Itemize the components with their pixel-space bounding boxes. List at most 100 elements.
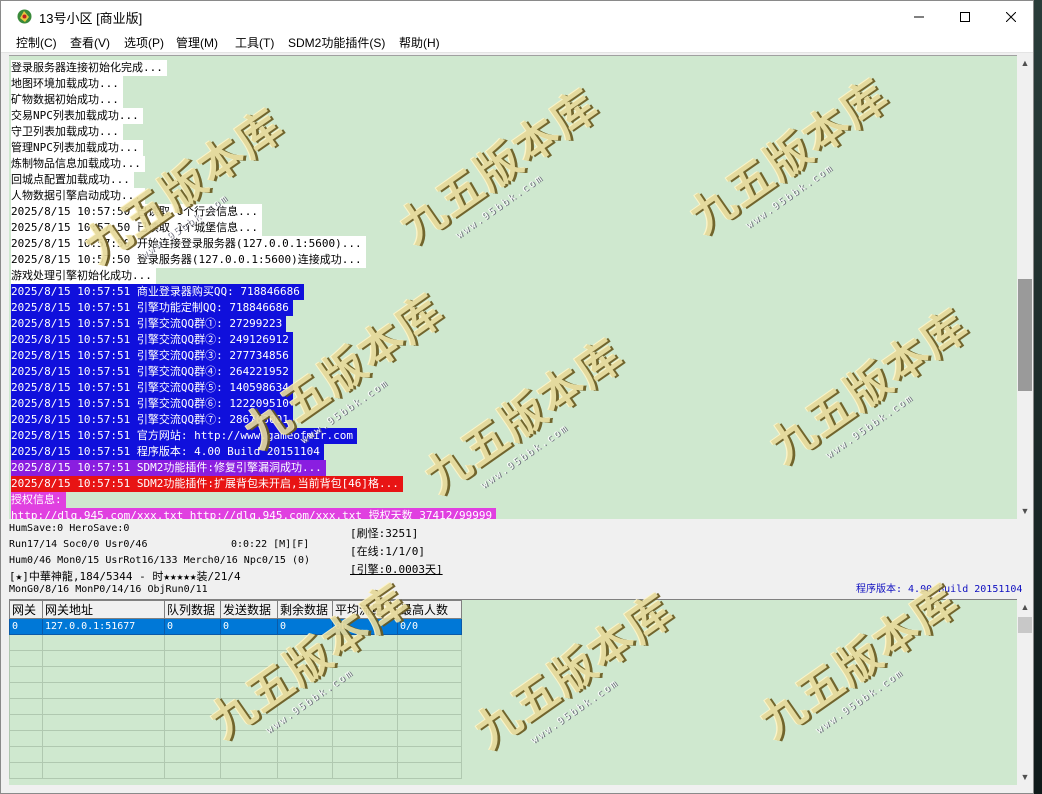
menu-manage[interactable]: 管理(M) (176, 34, 218, 51)
col-send-data[interactable]: 发送数据 (220, 600, 278, 619)
online-count: [在线:1/1/0] (350, 545, 425, 558)
empty-table-row (9, 746, 462, 763)
run-timer: 0:0:22 [M][F] (231, 539, 310, 550)
empty-cell (42, 698, 165, 715)
server-log[interactable]: 登录服务器连接初始化完成... 地图环境加载成功... 矿物数据初始成功... 交易N… (9, 55, 1017, 519)
col-avg-traffic[interactable]: 平均流量 (332, 600, 398, 619)
cell-remaining: 0 (277, 618, 333, 635)
empty-cell (42, 762, 165, 779)
log-line: 登录服务器连接初始化完成... (11, 60, 167, 76)
empty-cell (220, 682, 278, 699)
table-row[interactable]: 0 127.0.0.1:51677 0 0 0 0b 0/0 (9, 618, 462, 635)
empty-cell (9, 714, 43, 731)
empty-table-row (9, 682, 462, 699)
close-button[interactable] (988, 1, 1033, 32)
empty-cell (397, 762, 462, 779)
scroll-up-icon[interactable]: ▲ (1017, 599, 1033, 615)
cell-traffic: 0b (332, 618, 398, 635)
empty-cell (42, 746, 165, 763)
menu-sdm2-plugin[interactable]: SDM2功能插件(S) (288, 34, 385, 51)
empty-cell (164, 698, 221, 715)
log-line: 2025/8/15 10:57:51 SDM2功能插件:修复引擎漏洞成功... (11, 460, 326, 476)
refresh-monster-count: [刷怪:3251] (350, 527, 419, 540)
engine-days: [引擎:0.0003天] (350, 563, 443, 576)
empty-table-row (9, 730, 462, 747)
object-status: Hum0/46 Mon0/15 UsrRot16/133 Merch0/16 N… (9, 555, 311, 566)
log-line: 2025/8/15 10:57:51 引擎交流QQ群④: 264221952 (11, 364, 293, 380)
empty-cell (42, 650, 165, 667)
scroll-up-icon[interactable]: ▲ (1017, 55, 1033, 71)
col-remaining-data[interactable]: 剩余数据 (277, 600, 333, 619)
server-name: [★]中華神龍,184/5344 - 时★★★★★装/21/4 (9, 570, 241, 583)
empty-cell (277, 714, 333, 731)
empty-cell (220, 650, 278, 667)
log-line: 2025/8/15 10:57:51 引擎交流QQ群③: 277734856 (11, 348, 293, 364)
menu-tools[interactable]: 工具(T) (235, 34, 274, 51)
log-scroll-thumb[interactable] (1018, 279, 1032, 391)
empty-cell (397, 682, 462, 699)
menu-options[interactable]: 选项(P) (124, 34, 164, 51)
scroll-down-icon[interactable]: ▼ (1017, 769, 1033, 785)
monster-run-status: MonG0/8/16 MonP0/14/16 ObjRun0/11 (9, 584, 208, 595)
log-line: 2025/8/15 10:57:50 已读取 0个行会信息... (11, 204, 262, 220)
empty-cell (332, 682, 398, 699)
empty-cell (397, 730, 462, 747)
log-line: 回城点配置加载成功... (11, 172, 134, 188)
empty-cell (397, 666, 462, 683)
log-line: 2025/8/15 10:57:51 引擎交流QQ群⑤: 140598634 (11, 380, 293, 396)
empty-cell (332, 634, 398, 651)
minimize-button[interactable] (896, 1, 942, 32)
empty-cell (42, 714, 165, 731)
empty-table-row (9, 714, 462, 731)
empty-cell (9, 650, 43, 667)
menu-control[interactable]: 控制(C) (16, 34, 57, 51)
save-status: HumSave:0 HeroSave:0 (9, 523, 130, 534)
empty-cell (277, 746, 333, 763)
menu-view[interactable]: 查看(V) (70, 34, 110, 51)
empty-cell (332, 762, 398, 779)
empty-table-row (9, 634, 462, 651)
build-version: 程序版本: 4.00 Build 20151104 (856, 584, 1023, 595)
empty-cell (9, 666, 43, 683)
empty-cell (164, 682, 221, 699)
app-window: 13号小区 [商业版] 控制(C) 查看(V) 选项(P) 管理(M) 工具(T… (0, 0, 1034, 794)
run-status: Run17/14 Soc0/0 Usr0/46 (9, 539, 148, 550)
grid-scroll-thumb[interactable] (1018, 617, 1032, 633)
col-max-users[interactable]: 最高人数 (397, 600, 462, 619)
log-line: 2025/8/15 10:57:51 引擎交流QQ群⑥: 122209510 (11, 396, 293, 412)
col-gateway[interactable]: 网关 (9, 600, 43, 619)
cell-max-users: 0/0 (397, 618, 462, 635)
empty-cell (9, 634, 43, 651)
log-line: 2025/8/15 10:57:51 程序版本: 4.00 Build 2015… (11, 444, 324, 460)
maximize-button[interactable] (942, 1, 988, 32)
log-line: 2025/8/15 10:57:51 官方网站: http://www.game… (11, 428, 358, 444)
log-scrollbar[interactable]: ▲ ▼ (1017, 55, 1033, 519)
empty-cell (277, 666, 333, 683)
log-line: 炼制物品信息加载成功... (11, 156, 145, 172)
cell-send: 0 (220, 618, 278, 635)
empty-cell (397, 698, 462, 715)
empty-cell (164, 634, 221, 651)
log-line: 矿物数据初始成功... (11, 92, 123, 108)
empty-cell (220, 634, 278, 651)
title-bar: 13号小区 [商业版] (1, 1, 1033, 32)
empty-cell (397, 634, 462, 651)
col-queue-data[interactable]: 队列数据 (164, 600, 221, 619)
empty-cell (164, 762, 221, 779)
gateway-grid[interactable]: 网关 网关地址 队列数据 发送数据 剩余数据 平均流量 最高人数 0 127.0… (9, 599, 1017, 785)
log-line: 2025/8/15 10:57:51 引擎功能定制QQ: 718846686 (11, 300, 293, 316)
log-line: 游戏处理引擎初始化成功... (11, 268, 156, 284)
scroll-down-icon[interactable]: ▼ (1017, 503, 1033, 519)
log-line: http://dlq.945.com/xxx.txt http://dlq.94… (11, 508, 497, 519)
empty-cell (220, 730, 278, 747)
menu-help[interactable]: 帮助(H) (399, 34, 440, 51)
empty-cell (277, 730, 333, 747)
col-gateway-address[interactable]: 网关地址 (42, 600, 165, 619)
empty-cell (277, 650, 333, 667)
gateway-table: 网关 网关地址 队列数据 发送数据 剩余数据 平均流量 最高人数 0 127.0… (9, 600, 462, 779)
empty-cell (332, 666, 398, 683)
empty-cell (332, 746, 398, 763)
empty-cell (332, 730, 398, 747)
grid-scrollbar[interactable]: ▲ ▼ (1017, 599, 1033, 785)
log-line: 2025/8/15 10:57:50 登录服务器(127.0.0.1:5600)… (11, 252, 366, 268)
